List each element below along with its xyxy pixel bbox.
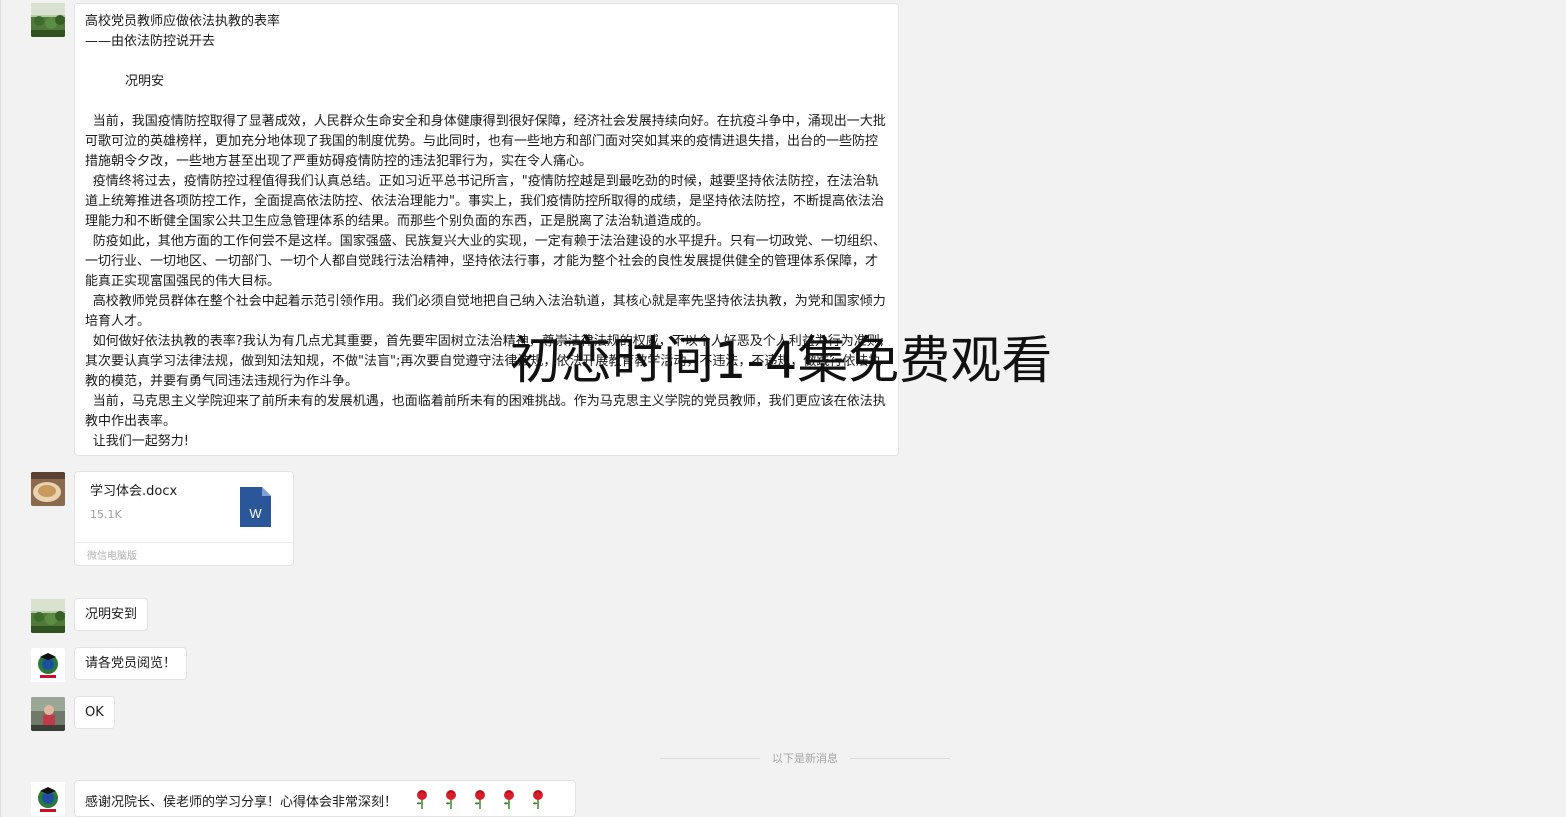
file-name: 学习体会.docx	[90, 484, 178, 499]
window-left-edge	[0, 0, 1, 817]
text-message[interactable]: 况明安到	[74, 598, 149, 631]
avatar[interactable]	[31, 3, 65, 37]
article-paragraph: 当前，我国疫情防控取得了显著成效，人民群众生命安全和身体健康得到很好保障，经济社…	[85, 114, 886, 169]
article-title: 高校党员教师应做依法执教的表率	[85, 14, 281, 29]
message-text: 感谢况院长、侯老师的学习分享！心得体会非常深刻！	[85, 795, 398, 810]
rose-icon	[414, 789, 430, 816]
file-source: 微信电脑版	[87, 551, 137, 562]
rose-icon	[501, 789, 517, 816]
rose-icon	[530, 789, 546, 816]
text-message[interactable]: OK	[74, 696, 115, 729]
text-message[interactable]: 请各党员阅览！	[74, 647, 188, 680]
avatar[interactable]	[31, 599, 65, 633]
new-messages-divider: 以下是新消息	[660, 749, 950, 767]
message-text: OK	[85, 705, 104, 720]
article-paragraph: 高校教师党员群体在整个社会中起着示范引领作用。我们必须自觉地把自己纳入法治轨道，…	[85, 294, 886, 329]
article-author: 况明安	[125, 74, 165, 89]
word-document-icon: W	[240, 487, 271, 527]
file-size: 15.1K	[90, 508, 122, 521]
avatar[interactable]	[31, 782, 65, 816]
file-message[interactable]: 学习体会.docx 15.1K W 微信电脑版	[74, 471, 294, 566]
rose-emoji-group	[401, 790, 546, 810]
divider	[75, 542, 293, 543]
avatar[interactable]	[31, 697, 65, 731]
avatar[interactable]	[31, 472, 65, 506]
article-subtitle: ——由依法防控说开去	[85, 34, 216, 49]
article-paragraph: 防疫如此，其他方面的工作何尝不是这样。国家强盛、民族复兴大业的实现，一定有赖于法…	[85, 234, 886, 289]
article-paragraph: 当前，马克思主义学院迎来了前所未有的发展机遇，也面临着前所未有的困难挑战。作为马…	[85, 394, 886, 429]
text-message[interactable]: 感谢况院长、侯老师的学习分享！心得体会非常深刻！	[74, 780, 576, 817]
article-paragraph: 让我们一起努力!	[92, 434, 190, 449]
rose-icon	[443, 789, 459, 816]
overlay-watermark-text: 初恋时间1-4集免费观看	[510, 332, 1053, 391]
article-paragraph: 疫情终将过去，疫情防控过程值得我们认真总结。正如习近平总书记所言，"疫情防控越是…	[85, 174, 884, 229]
avatar[interactable]	[31, 648, 65, 682]
message-text: 请各党员阅览！	[85, 656, 177, 671]
word-letter: W	[249, 506, 262, 521]
rose-icon	[472, 789, 488, 816]
message-text: 况明安到	[85, 607, 138, 622]
